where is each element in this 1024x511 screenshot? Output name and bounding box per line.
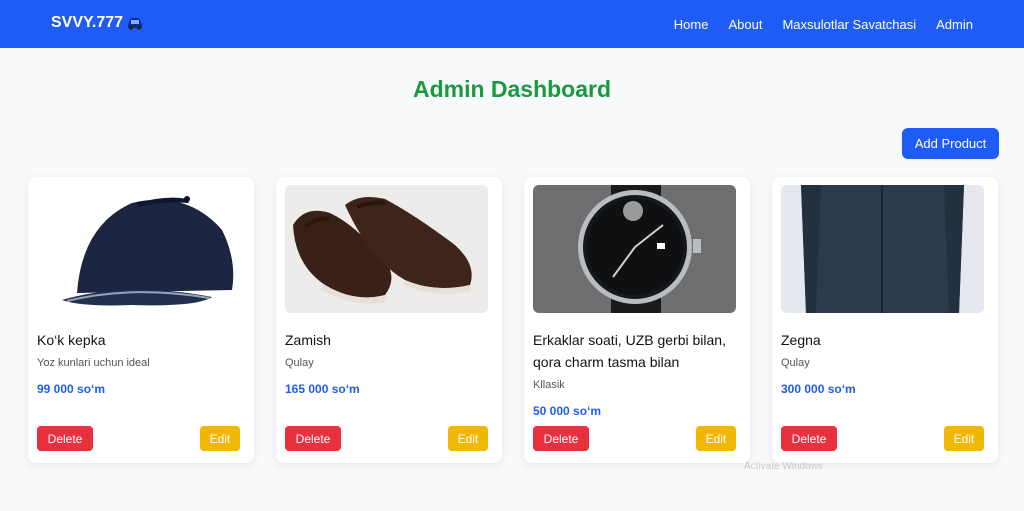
add-product-button[interactable]: Add Product: [902, 128, 999, 159]
product-desc: Yoz kunlari uchun ideal: [37, 357, 150, 369]
edit-button[interactable]: Edit: [448, 426, 488, 451]
delete-button[interactable]: Delete: [285, 426, 341, 451]
product-price: 165 000 so‘m: [285, 382, 360, 396]
nav-cart[interactable]: Maxsulotlar Savatchasi: [782, 17, 916, 32]
delete-button[interactable]: Delete: [37, 426, 93, 451]
product-price: 50 000 so‘m: [533, 404, 602, 418]
product-name: Erkaklar soati, UZB gerbi bilan, qora ch…: [533, 332, 726, 370]
edit-button[interactable]: Edit: [696, 426, 736, 451]
product-image-cap: [37, 185, 240, 313]
nav-home[interactable]: Home: [674, 17, 709, 32]
product-image-watch: [533, 185, 736, 313]
product-desc: Qulay: [285, 357, 314, 369]
product-card: Ko‘k kepka Yoz kunlari uchun ideal 99 00…: [28, 177, 254, 463]
product-name: Zamish: [285, 332, 331, 348]
nav-links: Home About Maxsulotlar Savatchasi Admin: [674, 0, 973, 48]
car-icon: [128, 18, 143, 30]
product-desc: Kllasik: [533, 379, 565, 391]
product-name: Zegna: [781, 332, 821, 348]
product-card: Zamish Qulay 165 000 so‘m Delete Edit: [276, 177, 502, 463]
page-title: Admin Dashboard: [412, 76, 612, 102]
product-image-jacket: [781, 185, 984, 313]
product-desc: Qulay: [781, 357, 810, 369]
product-price: 99 000 so‘m: [37, 382, 106, 396]
windows-watermark: Activate Windows: [744, 461, 823, 472]
delete-button[interactable]: Delete: [533, 426, 589, 451]
nav-about[interactable]: About: [728, 17, 762, 32]
product-card: Zegna Qulay 300 000 so‘m Delete Edit: [772, 177, 998, 463]
product-card: Erkaklar soati, UZB gerbi bilan, qora ch…: [524, 177, 750, 463]
edit-button[interactable]: Edit: [944, 426, 984, 451]
brand-name: SVVY.777: [51, 14, 124, 31]
navbar: SVVY.777 Home About Maxsulotlar Savatcha…: [0, 0, 1024, 48]
brand[interactable]: SVVY.777: [51, 14, 144, 32]
nav-admin[interactable]: Admin: [936, 17, 973, 32]
product-price: 300 000 so‘m: [781, 382, 856, 396]
edit-button[interactable]: Edit: [200, 426, 240, 451]
product-name: Ko‘k kepka: [37, 332, 106, 348]
product-image-loafers: [285, 185, 488, 313]
delete-button[interactable]: Delete: [781, 426, 837, 451]
